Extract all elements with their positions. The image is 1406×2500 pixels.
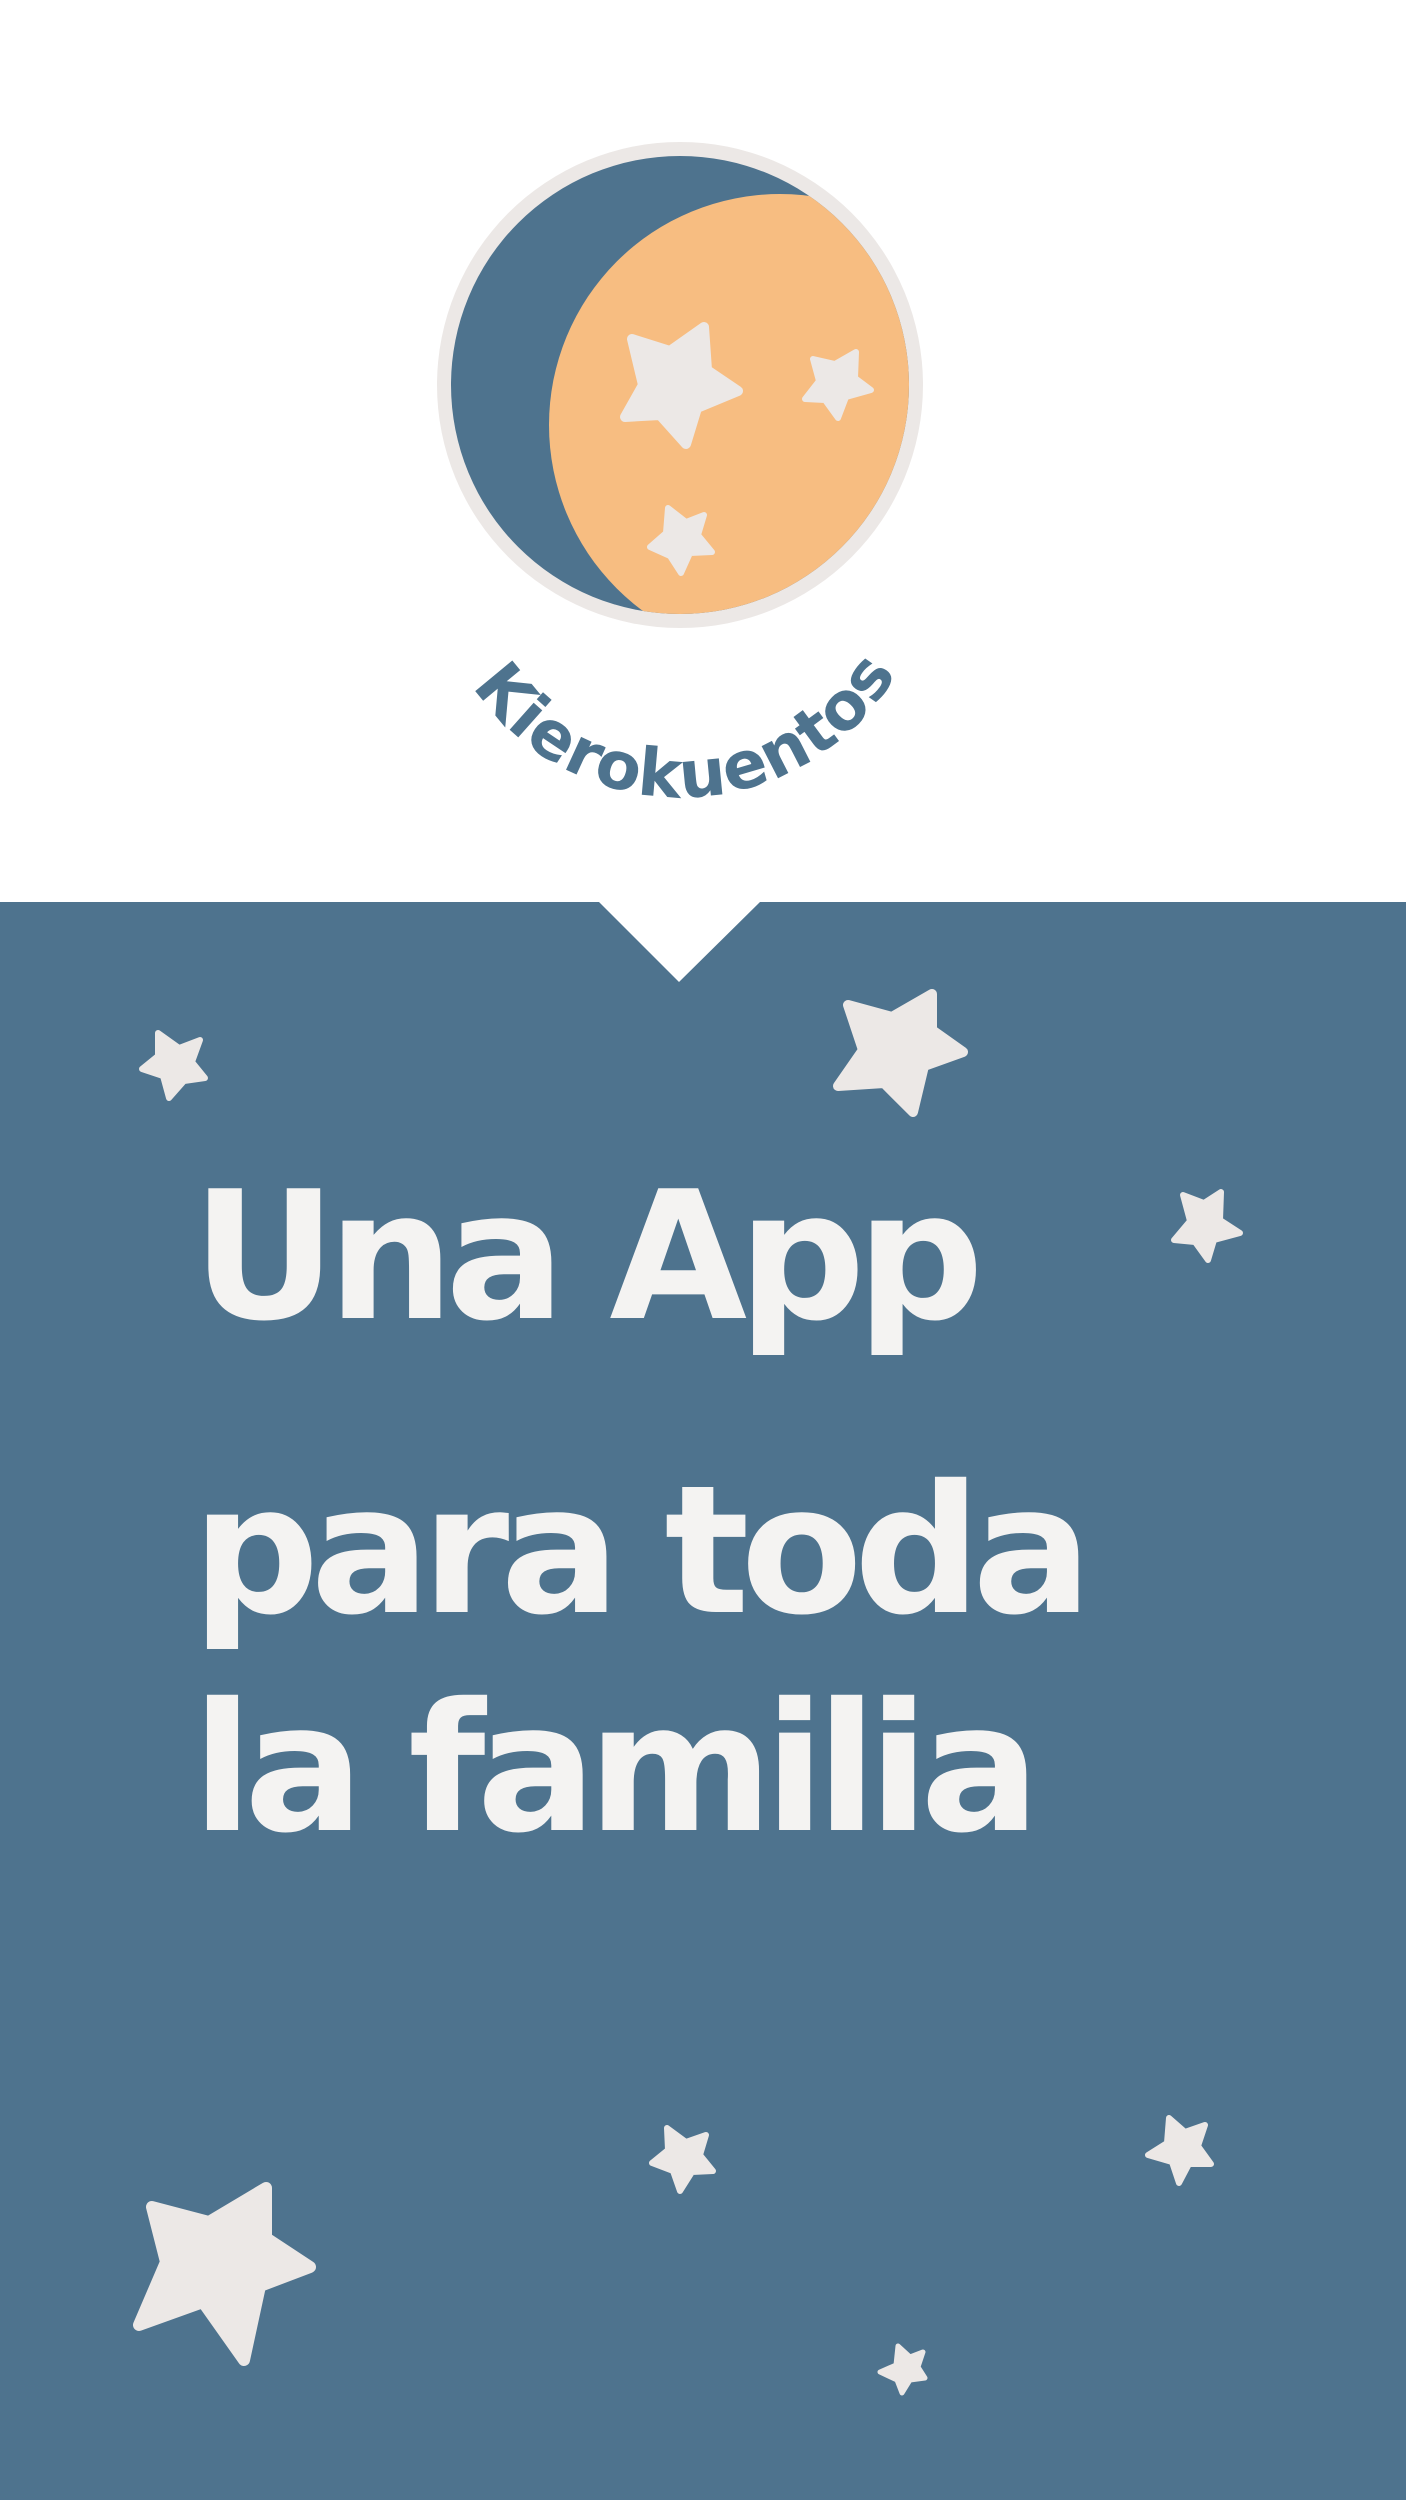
headline-line-2: para toda xyxy=(192,1447,1092,1654)
splash-screen: Kierokuentos Una App para toda la famili… xyxy=(0,0,1406,2500)
hero-headline: Una App para toda la familia xyxy=(192,1168,1342,1858)
headline-line-3: la familia xyxy=(192,1665,1040,1872)
headline-line-1: Una App xyxy=(192,1153,984,1360)
